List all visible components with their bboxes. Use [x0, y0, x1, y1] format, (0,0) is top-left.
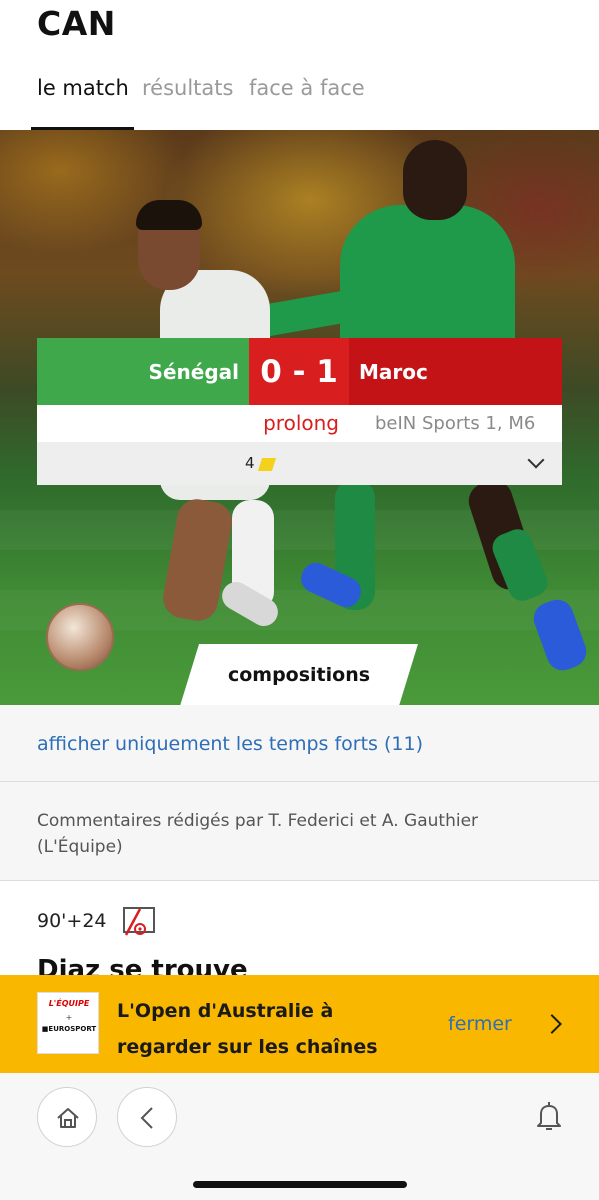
scoreboard[interactable]: Sénégal 0 - 1 Maroc prolong beIN Sports …: [37, 338, 562, 485]
match-status: prolong: [263, 411, 339, 435]
var-penalty-icon: [123, 907, 155, 936]
back-button[interactable]: [117, 1087, 177, 1147]
back-icon: [140, 1107, 153, 1129]
tab-le-match[interactable]: le match: [37, 76, 129, 100]
ball-image: [46, 603, 114, 671]
match-page: CAN le match résultats face à face Sénég…: [0, 0, 599, 1200]
event-minute: 90'+24: [37, 910, 107, 932]
home-indicator[interactable]: [193, 1181, 407, 1188]
broadcast-channels: beIN Sports 1, M6: [375, 413, 536, 434]
tab-resultats[interactable]: résultats: [142, 76, 233, 100]
credits-row: Commentaires rédigés par T. Federici et …: [0, 782, 599, 881]
promo-text[interactable]: L'Open d'Australie à regarder sur les ch…: [117, 993, 417, 1065]
commentary-credits: Commentaires rédigés par T. Federici et …: [37, 811, 479, 857]
promo-banner[interactable]: L'ÉQUIPE + ■EUROSPORT L'Open d'Australie…: [0, 975, 599, 1073]
yellow-card-count: 4: [245, 454, 255, 472]
chevron-right-icon[interactable]: [542, 1014, 562, 1034]
promo-close-button[interactable]: fermer: [448, 1013, 512, 1035]
cards-expander[interactable]: 4: [37, 442, 562, 485]
away-team-name: Maroc: [349, 338, 562, 405]
tab-face-a-face[interactable]: face à face: [249, 76, 365, 100]
home-button[interactable]: [37, 1087, 97, 1147]
home-icon: [57, 1108, 79, 1128]
highlights-row: afficher uniquement les temps forts (11): [0, 705, 599, 782]
chevron-down-icon[interactable]: [527, 451, 545, 469]
yellow-card-icon: [257, 458, 277, 471]
home-team-name: Sénégal: [37, 338, 249, 405]
tab-bar: le match résultats face à face: [0, 70, 599, 130]
lequipe-eurosport-logo: L'ÉQUIPE + ■EUROSPORT: [37, 992, 99, 1054]
match-score: 0 - 1: [249, 338, 349, 405]
bell-icon[interactable]: [535, 1099, 563, 1133]
page-title: CAN: [37, 4, 116, 43]
highlights-filter-link[interactable]: afficher uniquement les temps forts (11): [37, 733, 423, 755]
compositions-button[interactable]: compositions: [180, 644, 418, 706]
